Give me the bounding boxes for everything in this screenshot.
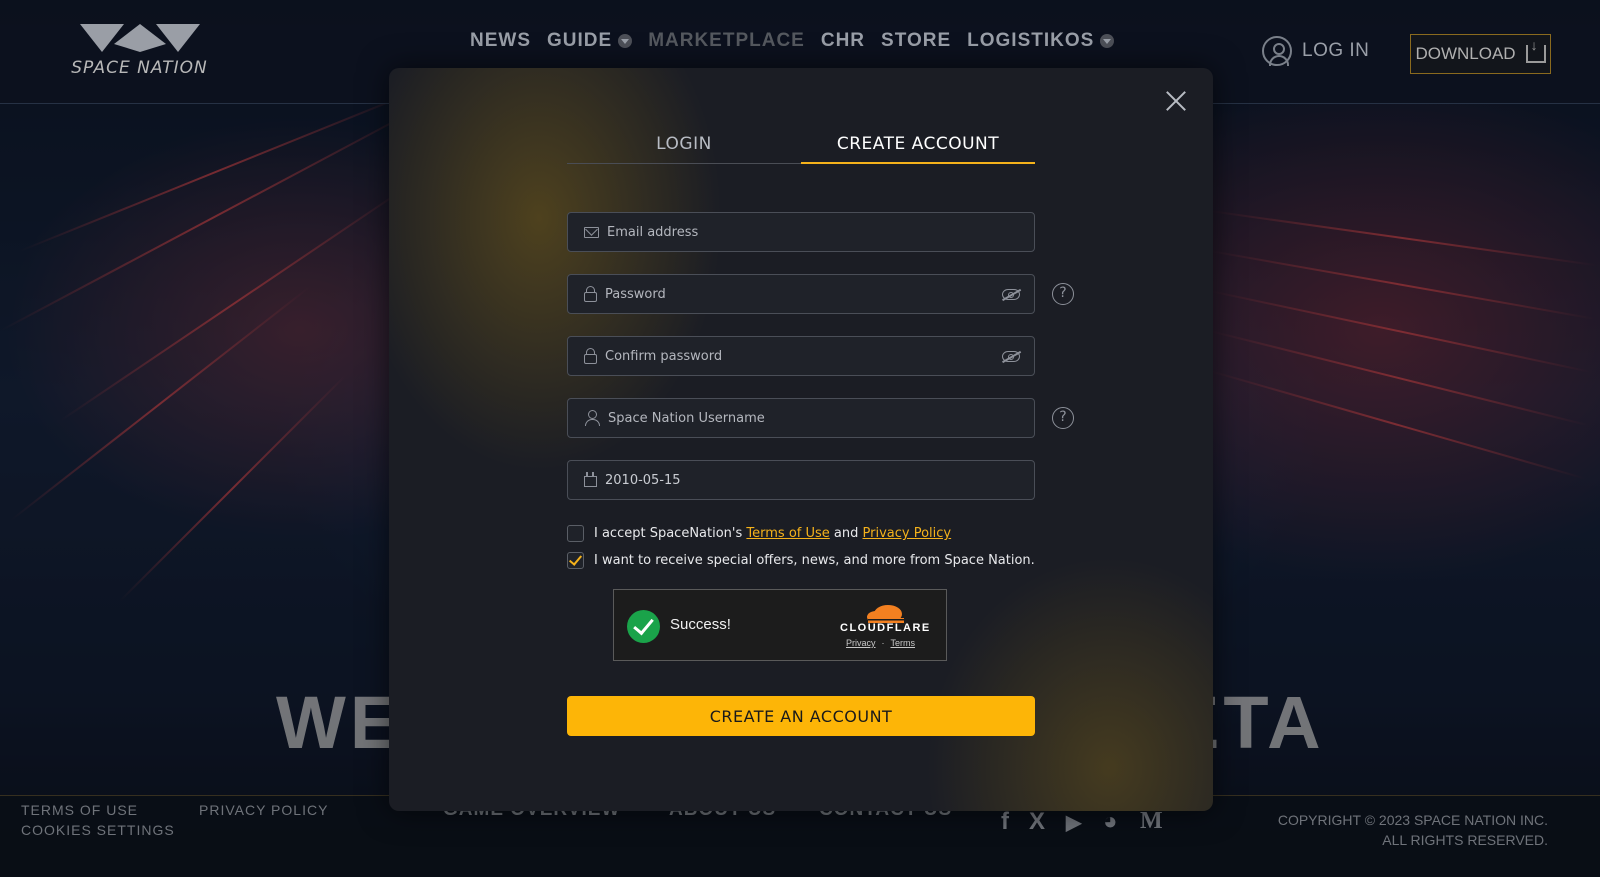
login-label: LOG IN [1302, 40, 1370, 61]
discord-icon[interactable]: ◕ [1103, 808, 1118, 836]
username-field[interactable] [567, 398, 1035, 438]
terms-label: I accept SpaceNation's Terms of Use and … [594, 526, 952, 541]
tab-login[interactable]: LOGIN [567, 132, 801, 163]
offers-checkbox[interactable] [567, 552, 584, 569]
header-login-link[interactable]: LOG IN [1262, 36, 1369, 66]
captcha-links: Privacy · Terms [846, 638, 916, 648]
email-input[interactable] [599, 213, 1034, 251]
create-account-button[interactable]: CREATE AN ACCOUNT [567, 696, 1035, 736]
user-icon [1262, 36, 1292, 66]
nav-logistikos[interactable]: LOGISTIKOS [967, 30, 1115, 52]
nav-news[interactable]: NEWS [470, 30, 531, 52]
nav-chr[interactable]: CHR [821, 30, 865, 52]
medium-icon[interactable]: M [1140, 808, 1163, 835]
password-input[interactable] [597, 275, 1002, 313]
footer-privacy-link[interactable]: PRIVACY POLICY [199, 802, 328, 818]
person-icon [584, 410, 600, 426]
password-field[interactable] [567, 274, 1035, 314]
terms-row: I accept SpaceNation's Terms of Use and … [567, 525, 951, 542]
lock-icon [584, 347, 597, 364]
captcha-privacy-link[interactable]: Privacy [846, 638, 876, 648]
youtube-icon[interactable]: ▶ [1066, 810, 1081, 835]
cloudflare-captcha: Success! CLOUDFLARE Privacy · Terms [613, 589, 947, 661]
cloudflare-logo-text: CLOUDFLARE [840, 622, 931, 634]
birthdate-input[interactable] [597, 461, 1034, 499]
offers-label: I want to receive special offers, news, … [594, 553, 1035, 568]
chevron-down-icon [618, 34, 633, 48]
nav-guide[interactable]: GUIDE [547, 30, 633, 52]
footer-cookies-link[interactable]: COOKIES SETTINGS [21, 822, 175, 838]
confirm-password-input[interactable] [597, 337, 1002, 375]
offers-row: I want to receive special offers, news, … [567, 552, 1035, 569]
tab-create-account[interactable]: CREATE ACCOUNT [801, 132, 1035, 164]
facebook-icon[interactable]: f [1001, 808, 1009, 836]
download-button[interactable]: DOWNLOAD [1410, 34, 1551, 74]
checkmark-icon [627, 610, 660, 643]
confirm-password-field[interactable] [567, 336, 1035, 376]
lock-icon [584, 285, 597, 302]
email-field[interactable] [567, 212, 1035, 252]
copyright-text: COPYRIGHT © 2023 SPACE NATION INC. ALL R… [1277, 812, 1548, 848]
password-help-icon[interactable]: ? [1052, 283, 1074, 305]
auth-modal: LOGIN CREATE ACCOUNT ? ? I accept SpaceN… [389, 68, 1213, 811]
download-label: DOWNLOAD [1415, 44, 1516, 63]
terms-checkbox[interactable] [567, 525, 584, 542]
close-icon[interactable] [1165, 90, 1187, 112]
username-help-icon[interactable]: ? [1052, 407, 1074, 429]
privacy-policy-link[interactable]: Privacy Policy [863, 526, 952, 541]
x-icon[interactable]: X [1029, 808, 1045, 836]
auth-tabs: LOGIN CREATE ACCOUNT [567, 132, 1035, 164]
nav-marketplace[interactable]: MARKETPLACE [648, 30, 805, 52]
mail-icon [584, 226, 599, 238]
eye-slash-icon[interactable] [1002, 288, 1020, 300]
birthdate-field[interactable] [567, 460, 1035, 500]
username-input[interactable] [600, 399, 1034, 437]
chevron-down-icon [1100, 34, 1115, 48]
terms-of-use-link[interactable]: Terms of Use [746, 526, 829, 541]
calendar-icon [584, 472, 597, 487]
captcha-terms-link[interactable]: Terms [891, 638, 916, 648]
footer-terms-link[interactable]: TERMS OF USE [21, 802, 138, 818]
nav-store[interactable]: STORE [881, 30, 951, 52]
main-nav: NEWS GUIDE MARKETPLACE CHR STORE LOGISTI… [470, 30, 1130, 52]
space-nation-logo[interactable]: SPACE NATION [52, 22, 227, 78]
cloudflare-cloud-icon [867, 605, 904, 623]
eye-slash-icon[interactable] [1002, 350, 1020, 362]
download-icon [1525, 37, 1546, 63]
captcha-status: Success! [670, 616, 731, 633]
